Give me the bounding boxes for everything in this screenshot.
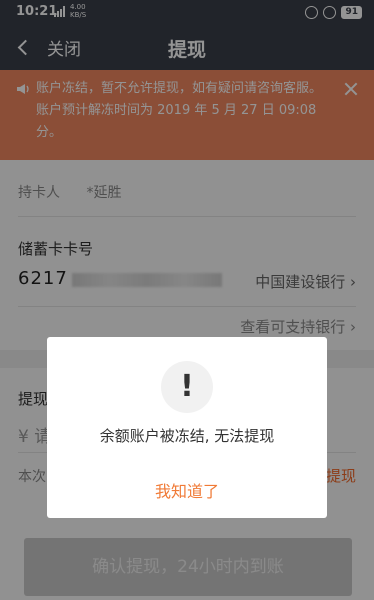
dialog-message: 余额账户被冻结, 无法提现: [99, 427, 275, 445]
exclamation-icon: !: [161, 361, 213, 413]
acknowledge-button[interactable]: 我知道了: [47, 478, 327, 502]
frozen-dialog: ! 余额账户被冻结, 无法提现 我知道了: [47, 337, 327, 518]
